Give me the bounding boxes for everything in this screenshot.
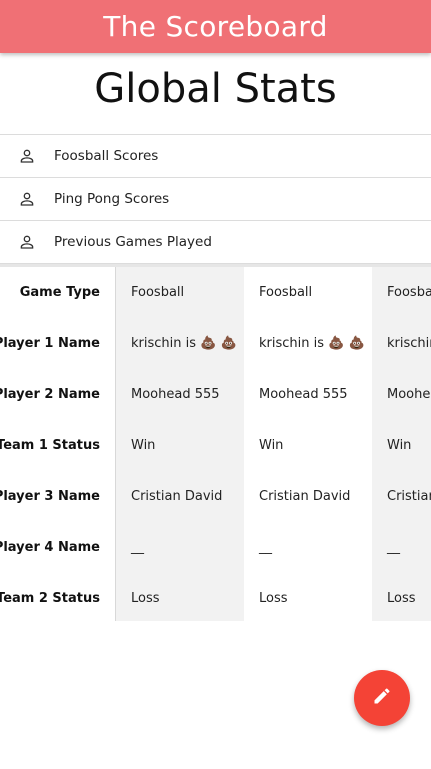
row-header: Team 2 Status	[0, 591, 100, 606]
nav-item-label: Ping Pong Scores	[54, 191, 170, 207]
table-cell: Loss	[387, 591, 416, 606]
row-header: Player 2 Name	[0, 387, 100, 402]
row-headers: Game Type Player 1 Name Player 2 Name Te…	[0, 267, 116, 621]
game-column: Foosball krischin is 💩 💩 Moohead 555 Win…	[244, 267, 372, 621]
row-header: Player 1 Name	[0, 336, 100, 351]
table-cell: Loss	[259, 591, 288, 606]
nav-item-label: Previous Games Played	[54, 234, 212, 250]
table-cell: Moohead 555	[259, 387, 348, 402]
game-column: Foosball krischin is 💩 💩 Moohead 555 Win…	[116, 267, 244, 621]
table-cell: Moohead 555	[131, 387, 220, 402]
row-header: Team 1 Status	[0, 438, 100, 453]
person-icon	[0, 190, 54, 208]
row-header: Player 4 Name	[0, 540, 100, 555]
person-icon	[0, 147, 54, 165]
table-cell: Win	[131, 438, 156, 453]
game-column: Foosball krischin is 💩 💩 Moohead 555 Win…	[372, 267, 431, 621]
table-cell: Foosball	[259, 285, 313, 300]
table-cell: Foosball	[131, 285, 185, 300]
table-cell: Foosball	[387, 285, 431, 300]
table-cell: Moohead 555	[387, 387, 431, 402]
table-cell: __	[131, 540, 144, 555]
nav-item-ping-pong-scores[interactable]: Ping Pong Scores	[0, 178, 431, 221]
stats-table[interactable]: Game Type Player 1 Name Player 2 Name Te…	[0, 264, 431, 621]
row-header: Player 3 Name	[0, 489, 100, 504]
page-title: Global Stats	[94, 66, 337, 112]
game-columns: Foosball krischin is 💩 💩 Moohead 555 Win…	[116, 267, 431, 621]
pencil-icon	[372, 686, 392, 710]
stats-nav-list: Foosball Scores Ping Pong Scores Previou…	[0, 134, 431, 264]
nav-item-previous-games[interactable]: Previous Games Played	[0, 221, 431, 264]
table-cell: Cristian David	[259, 489, 351, 504]
nav-item-label: Foosball Scores	[54, 148, 159, 164]
table-cell: krischin is 💩 💩	[259, 336, 365, 351]
app-bar: The Scoreboard	[0, 0, 431, 53]
table-cell: Win	[387, 438, 412, 453]
table-cell: Cristian David	[387, 489, 431, 504]
table-cell: __	[259, 540, 272, 555]
edit-fab-button[interactable]	[354, 670, 410, 726]
table-cell: __	[387, 540, 400, 555]
person-icon	[0, 233, 54, 251]
row-header: Game Type	[19, 285, 100, 300]
table-cell: krischin is 💩 💩	[131, 336, 237, 351]
table-cell: Loss	[131, 591, 160, 606]
table-cell: Cristian David	[131, 489, 223, 504]
table-cell: krischin is 💩 💩	[387, 336, 431, 351]
app-title: The Scoreboard	[103, 10, 328, 43]
table-cell: Win	[259, 438, 284, 453]
nav-item-foosball-scores[interactable]: Foosball Scores	[0, 135, 431, 178]
